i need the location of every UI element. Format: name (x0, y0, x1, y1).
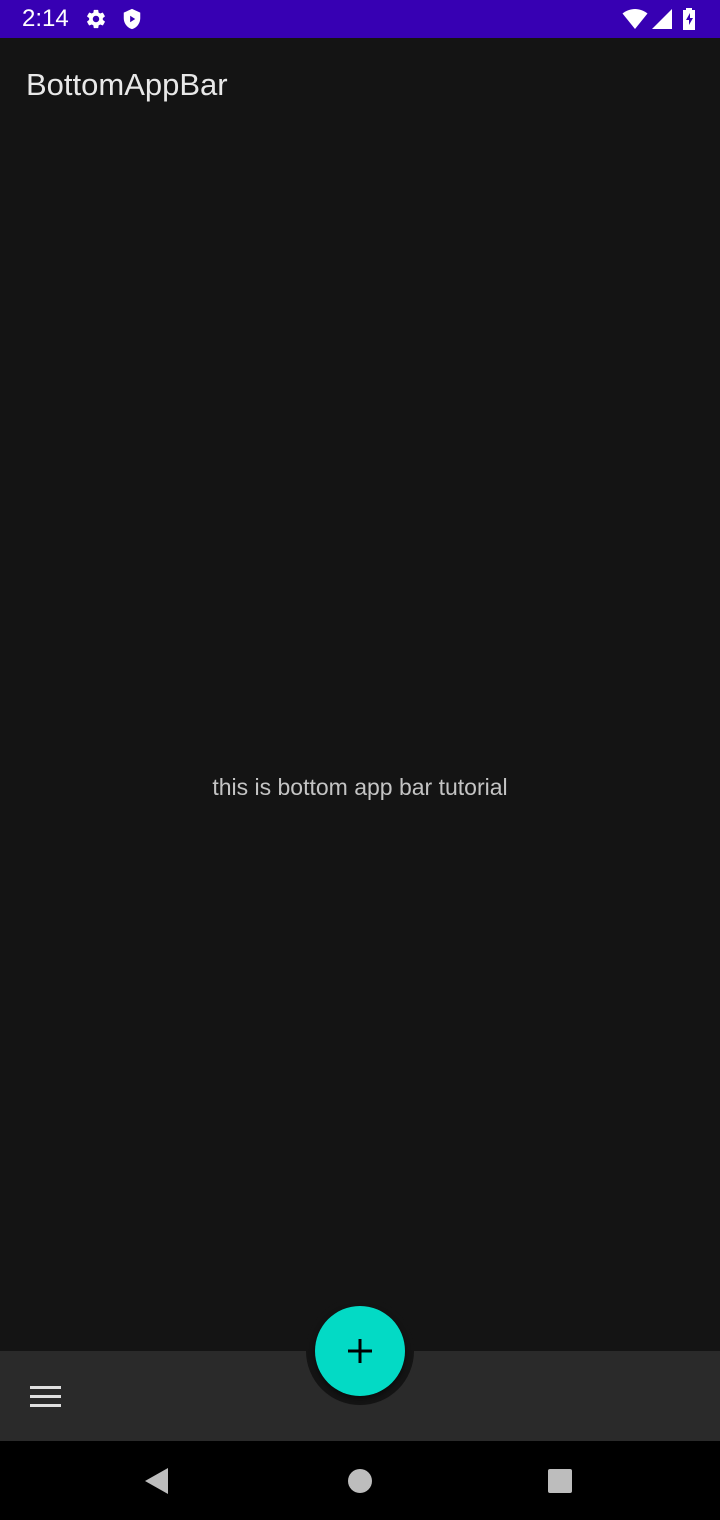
menu-button[interactable] (20, 1371, 72, 1423)
settings-icon (85, 8, 107, 30)
back-button[interactable] (138, 1461, 178, 1501)
recents-icon (548, 1469, 572, 1493)
shield-icon (121, 8, 143, 30)
app-title: BottomAppBar (26, 67, 228, 102)
cellular-signal-icon (651, 8, 673, 30)
add-icon (348, 1339, 372, 1363)
menu-icon (30, 1386, 61, 1407)
status-bar: 2:14 (0, 0, 720, 38)
add-fab-button[interactable] (315, 1306, 405, 1396)
status-time: 2:14 (22, 5, 69, 32)
recents-button[interactable] (540, 1461, 580, 1501)
wifi-icon (622, 8, 648, 30)
home-icon (348, 1469, 372, 1493)
body-text: this is bottom app bar tutorial (212, 774, 508, 800)
battery-charging-icon (682, 8, 696, 30)
back-icon (145, 1468, 168, 1494)
app-screen: 2:14 BottomAppBar this is bottom app bar… (0, 0, 720, 1520)
home-button[interactable] (340, 1461, 380, 1501)
system-navigation-bar (0, 1441, 720, 1520)
